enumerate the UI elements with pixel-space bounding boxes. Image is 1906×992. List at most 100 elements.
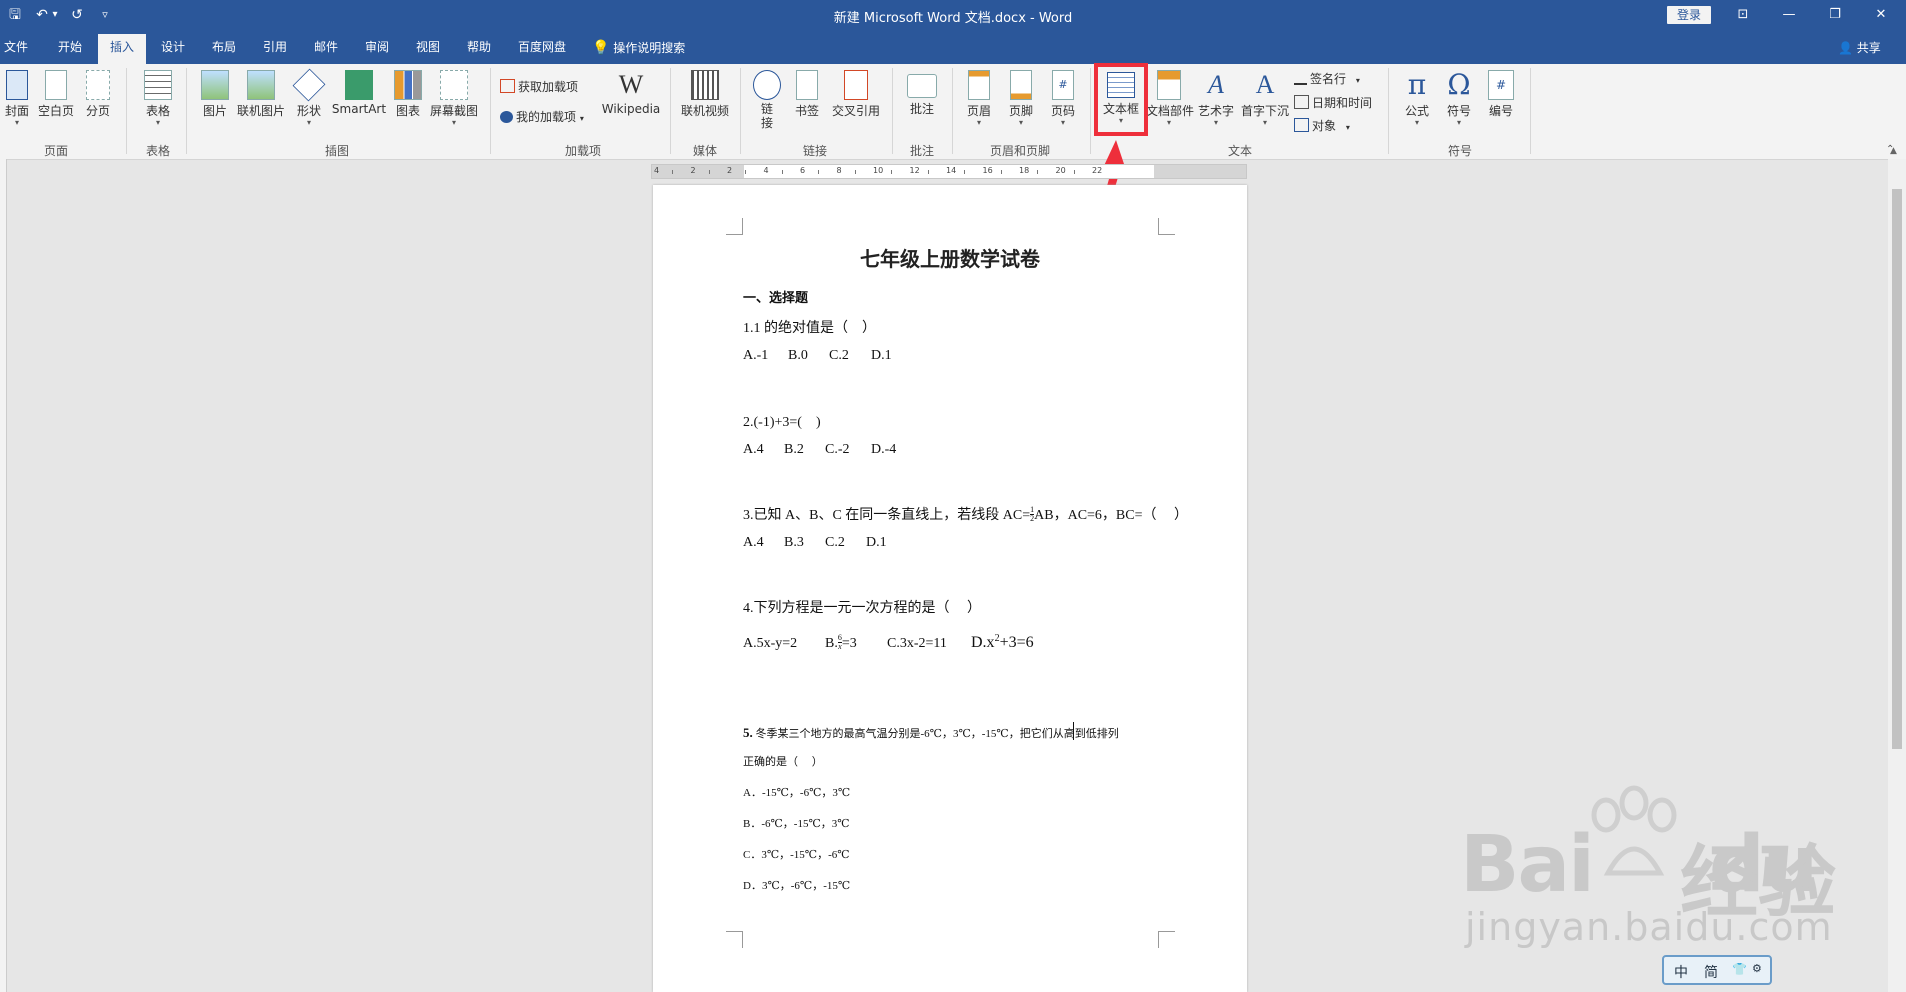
ime-mode[interactable]: 中	[1674, 962, 1688, 982]
tab-insert[interactable]: 插入	[98, 34, 147, 64]
tab-help[interactable]: 帮助	[467, 39, 491, 55]
vertical-scrollbar[interactable]	[1888, 159, 1906, 992]
text-cursor	[1073, 722, 1074, 740]
blank-page-label: 空白页	[37, 104, 74, 118]
share-button[interactable]: 👤 共享	[1838, 39, 1881, 56]
table-icon	[144, 70, 172, 100]
tab-mailings[interactable]: 邮件	[314, 39, 338, 55]
new-comment-button[interactable]: 批注	[902, 70, 942, 117]
wikipedia-button[interactable]: W Wikipedia	[600, 70, 662, 116]
object-button[interactable]: 对象 ▾	[1294, 117, 1350, 134]
scrollbar-thumb[interactable]	[1892, 189, 1902, 749]
tab-design[interactable]: 设计	[161, 39, 185, 55]
tab-home[interactable]: 开始	[58, 39, 82, 55]
wordart-button[interactable]: A 艺术字 ▾	[1196, 70, 1236, 127]
group-label-comments: 批注	[909, 144, 934, 158]
page-number-button[interactable]: # 页码 ▾	[1046, 70, 1080, 127]
close-button[interactable]: ✕	[1866, 6, 1896, 24]
chart-button[interactable]: 图表	[392, 70, 424, 119]
group-separator	[1388, 68, 1389, 154]
watermark-logo-bai: Bai	[1460, 820, 1595, 910]
page-break-label: 分页	[85, 104, 110, 118]
group-separator	[952, 68, 953, 154]
section-heading: 一、选择题	[743, 291, 809, 306]
ruler-tick-mark	[927, 170, 929, 174]
header-icon	[968, 70, 990, 100]
option-b-suffix: =3	[841, 636, 857, 652]
symbol-button[interactable]: Ω 符号 ▾	[1440, 70, 1478, 127]
group-label-header-footer: 页眉和页脚	[989, 144, 1050, 158]
ime-charset[interactable]: 简	[1704, 962, 1718, 982]
option-a: A.4	[743, 442, 764, 457]
tab-review[interactable]: 审阅	[365, 39, 389, 55]
ruler-tick-mark	[781, 170, 783, 174]
cover-page-button[interactable]: 封面 ▾	[2, 70, 32, 127]
cross-reference-button[interactable]: 交叉引用	[830, 70, 882, 119]
vertical-scroll-up-arrow-icon[interactable]: ▲	[1890, 146, 1897, 156]
table-button[interactable]: 表格 ▾	[140, 70, 176, 127]
link-button[interactable]: 链接	[752, 70, 782, 130]
get-addins-button[interactable]: 获取加载项	[500, 78, 578, 95]
option-b: B.2	[784, 442, 804, 457]
tab-view[interactable]: 视图	[416, 39, 440, 55]
ime-settings-icon[interactable]: ⚙	[1752, 962, 1762, 975]
minimize-button[interactable]: —	[1774, 6, 1804, 24]
get-addins-label: 获取加载项	[518, 80, 579, 94]
wordart-icon: A	[1208, 70, 1224, 99]
login-button[interactable]: 登录	[1667, 6, 1711, 24]
ruler-tick-label: 22	[1092, 166, 1103, 175]
equation-button[interactable]: π 公式 ▾	[1398, 70, 1436, 127]
ribbon-display-options-icon[interactable]: ⊡	[1728, 6, 1758, 24]
tab-file[interactable]: 文件	[4, 39, 28, 55]
tab-baidu-netdisk[interactable]: 百度网盘	[518, 39, 566, 55]
group-label-links: 链接	[802, 144, 827, 158]
option-c: C.2	[829, 348, 849, 363]
shapes-button[interactable]: 形状 ▾	[292, 68, 326, 127]
drop-cap-button[interactable]: A 首字下沉 ▾	[1240, 70, 1290, 127]
restore-button[interactable]: ❐	[1820, 6, 1850, 24]
picture-button[interactable]: 图片	[198, 70, 232, 119]
object-icon	[1294, 118, 1309, 132]
ruler-tick-label: 2	[727, 166, 733, 175]
cross-reference-icon	[844, 70, 868, 100]
question-5-text: 冬季某三个地方的最高气温分别是-6℃，3℃，-15℃，把它们从高到低排列	[755, 728, 1119, 740]
date-time-button[interactable]: 日期和时间	[1294, 94, 1372, 111]
tab-references[interactable]: 引用	[263, 39, 287, 55]
my-addins-button[interactable]: 我的加载项 ▾	[500, 108, 584, 125]
document-page[interactable]: 七年级上册数学试卷 一、选择题 1.1 的绝对值是（ ） A.-1 B.0 C.2 D…	[653, 185, 1247, 992]
signature-line-button[interactable]: 签名行 ▾	[1294, 70, 1360, 87]
footer-button[interactable]: 页脚 ▾	[1004, 70, 1038, 127]
header-button[interactable]: 页眉 ▾	[962, 70, 996, 127]
online-picture-label: 联机图片	[236, 104, 285, 118]
ime-shirt-icon[interactable]: 👕	[1732, 962, 1747, 976]
tab-layout[interactable]: 布局	[212, 39, 236, 55]
lightbulb-icon: 💡	[592, 40, 610, 56]
margin-corner-mark	[726, 218, 743, 235]
option-c: C.3x-2=11	[887, 636, 947, 652]
my-addins-icon	[500, 111, 513, 123]
group-label-symbols: 符号	[1447, 144, 1472, 158]
question-3-options: A.4 B.3 C.2 D.1	[743, 535, 887, 551]
ruler-tick-label: 4	[763, 166, 769, 175]
bookmark-button[interactable]: 书签	[792, 70, 822, 119]
store-icon	[500, 79, 515, 93]
quick-parts-button[interactable]: 文档部件 ▾	[1146, 70, 1194, 127]
tell-me-search[interactable]: 💡 操作说明搜索	[592, 39, 685, 56]
online-video-button[interactable]: 联机视频	[680, 70, 730, 119]
page-number-icon: #	[1052, 70, 1074, 100]
question-3-text-b: AB，AC=6，BC=（ ）	[1034, 508, 1189, 523]
vertical-ruler	[0, 159, 7, 992]
option-b-prefix: B.	[825, 636, 838, 652]
screenshot-button[interactable]: 屏幕截图 ▾	[428, 70, 480, 127]
header-label: 页眉	[966, 104, 991, 118]
online-picture-button[interactable]: 联机图片	[236, 70, 286, 119]
watermark-url: jingyan.baidu.com	[1465, 905, 1833, 949]
blank-page-button[interactable]: 空白页	[36, 70, 76, 119]
page-break-button[interactable]: 分页	[80, 70, 116, 119]
number-button[interactable]: # 编号	[1482, 70, 1520, 119]
option-b: B.3	[784, 535, 804, 550]
group-separator	[490, 68, 491, 154]
smartart-button[interactable]: SmartArt	[330, 70, 388, 116]
horizontal-ruler[interactable]: 4 2 2 4 6 8 10 12 14 16 18 20 22	[651, 164, 1247, 179]
ime-status-bar[interactable]: 中 简 👕 ⚙	[1662, 955, 1772, 985]
